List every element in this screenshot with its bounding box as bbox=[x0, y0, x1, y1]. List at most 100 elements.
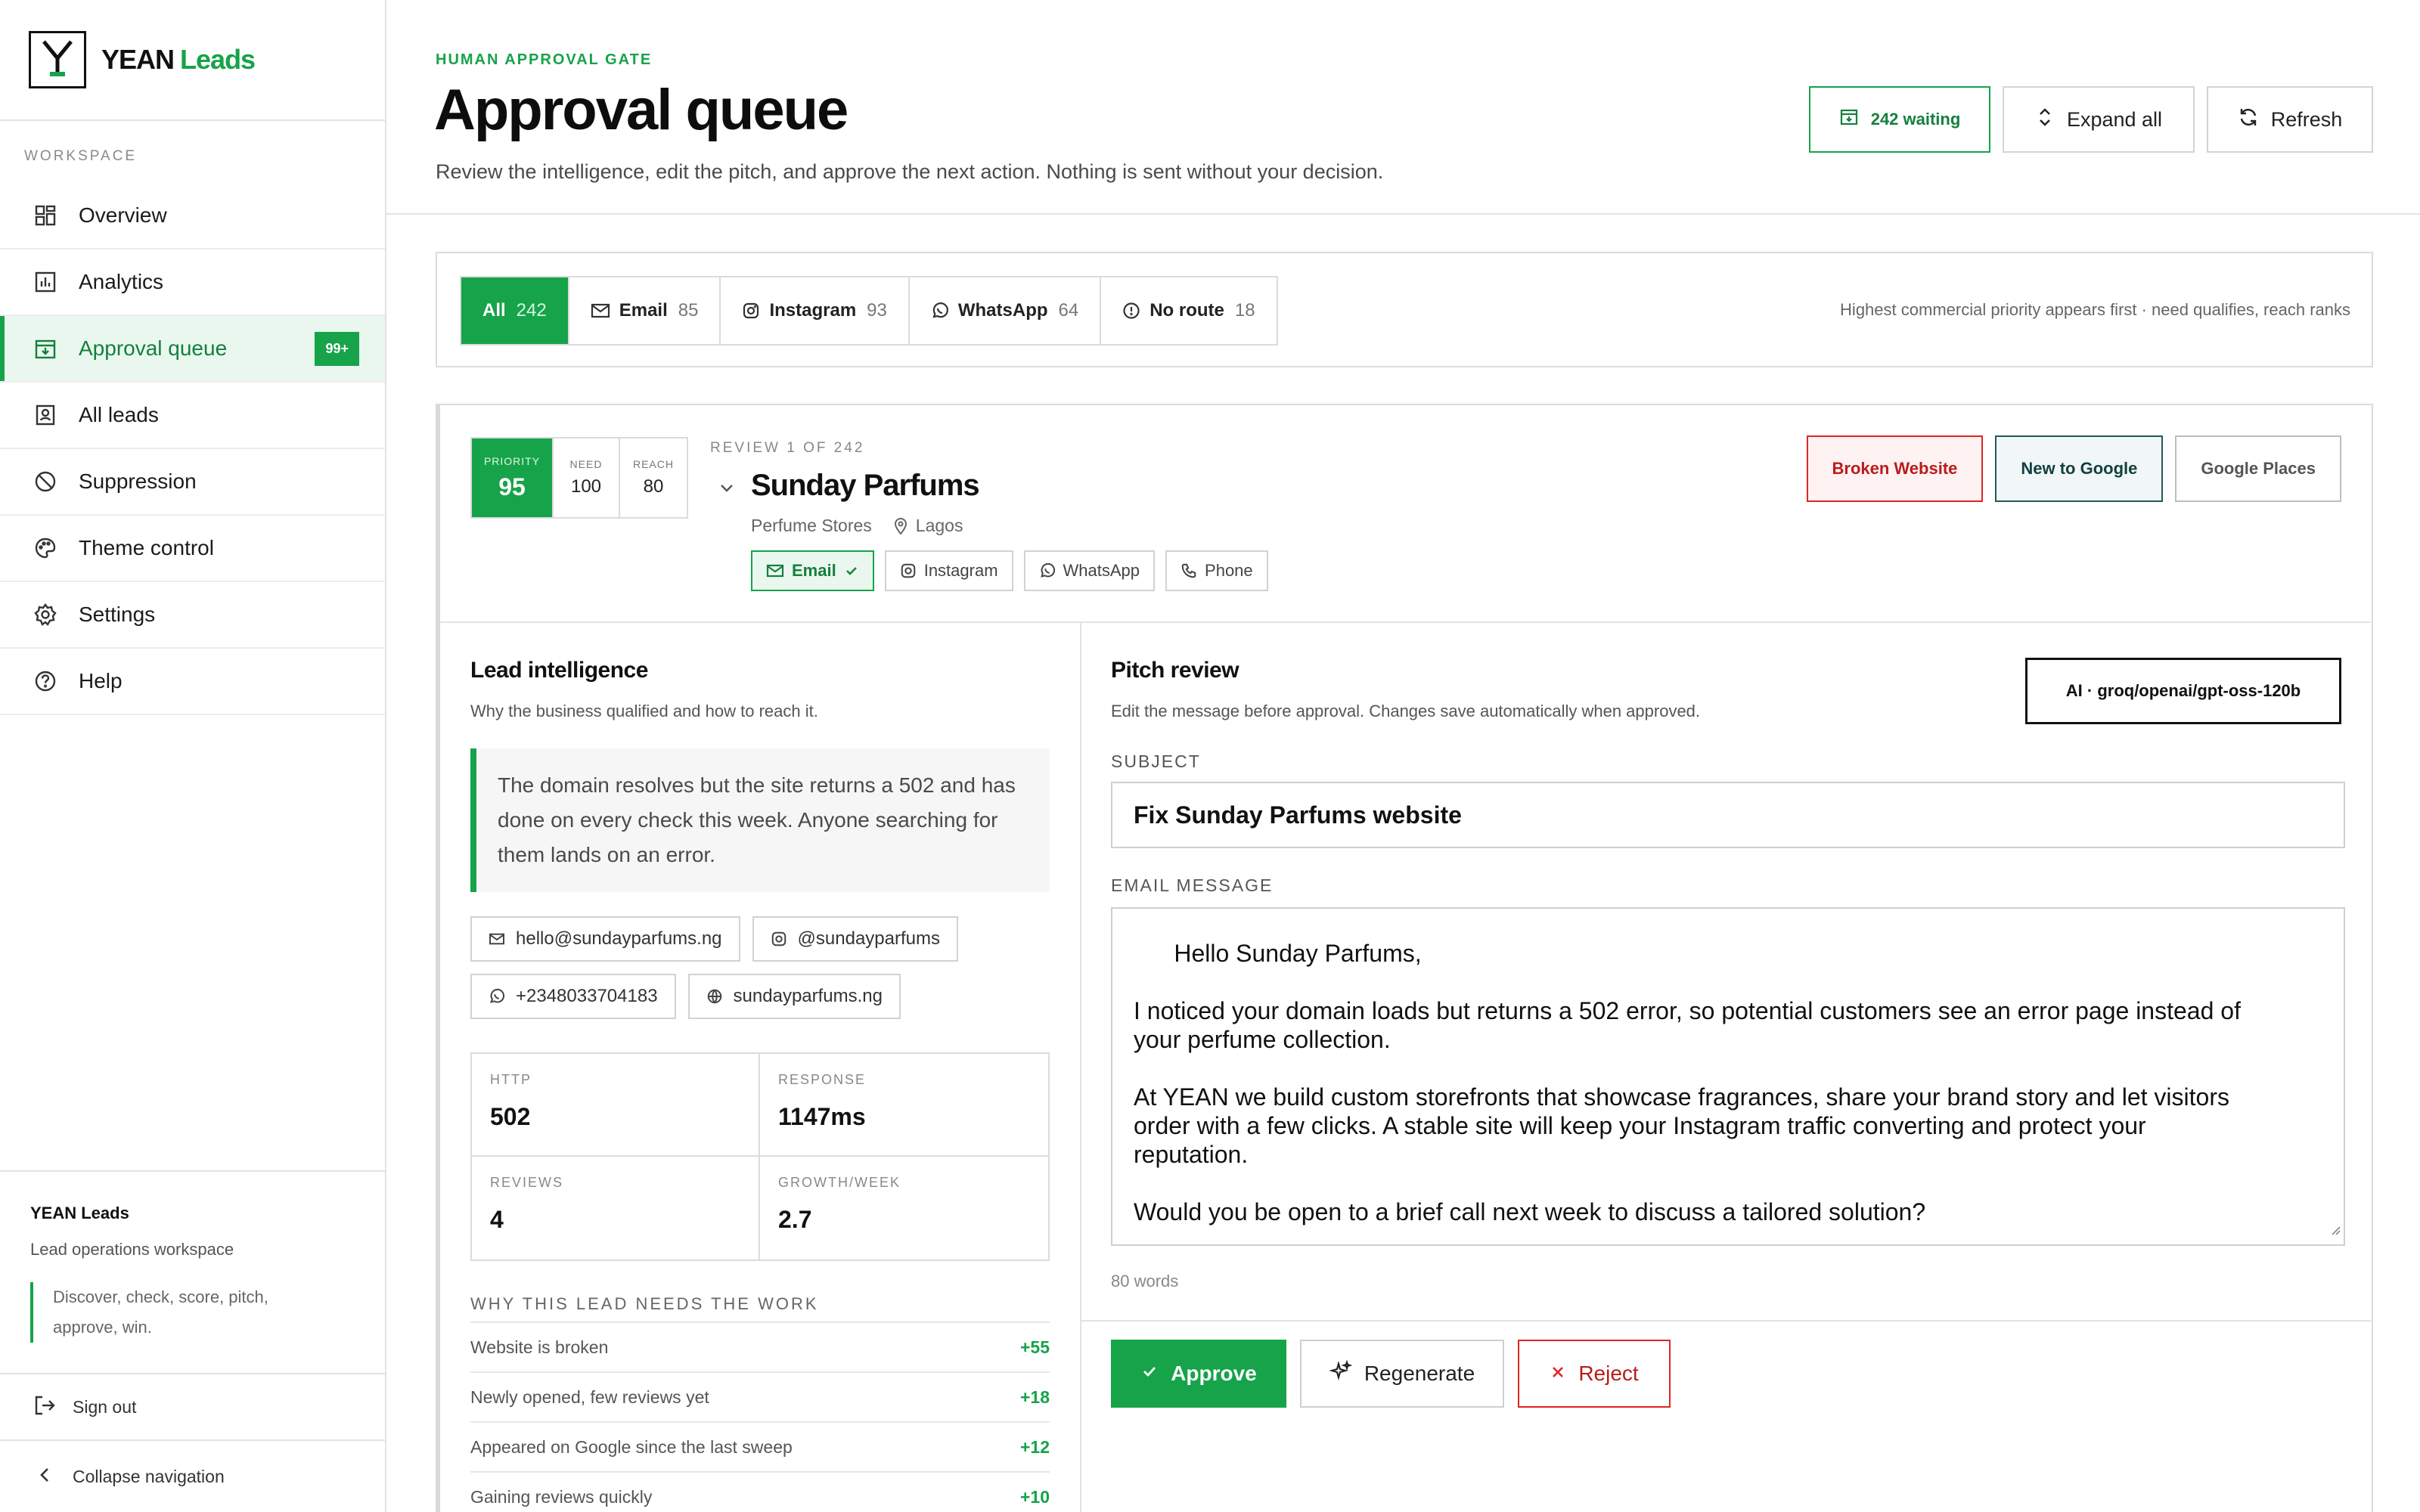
sign-out-label: Sign out bbox=[73, 1396, 137, 1417]
email-message-textarea[interactable]: Hello Sunday Parfums, I noticed your dom… bbox=[1111, 907, 2345, 1246]
check-icon bbox=[844, 563, 859, 578]
workspace-info: YEAN Leads Lead operations workspace Dis… bbox=[0, 1170, 385, 1343]
instagram-icon bbox=[900, 562, 917, 579]
sidebar-item-all-leads[interactable]: All leads bbox=[0, 383, 385, 449]
page-subtitle: Review the intelligence, edit the pitch,… bbox=[436, 160, 1384, 183]
why-points: +10 bbox=[1019, 1486, 1050, 1507]
tab-label: No route bbox=[1150, 300, 1224, 321]
sidebar-item-overview[interactable]: Overview bbox=[0, 183, 385, 249]
review-position: REVIEW 1 OF 242 bbox=[710, 440, 865, 456]
metrics-grid: HTTP 502 RESPONSE 1147ms REVIEWS 4 GROWT… bbox=[470, 1052, 1050, 1261]
metric-label: HTTP bbox=[490, 1072, 532, 1087]
list-item: Newly opened, few reviews yet +18 bbox=[470, 1371, 1050, 1421]
tab-label: Email bbox=[619, 300, 668, 321]
sidebar-item-label: Theme control bbox=[79, 536, 214, 559]
sidebar-item-label: Analytics bbox=[79, 270, 164, 293]
resize-handle-icon[interactable] bbox=[2328, 1213, 2341, 1241]
approve-button[interactable]: Approve bbox=[1111, 1340, 1286, 1408]
gear-icon bbox=[32, 601, 59, 628]
brand[interactable]: YEAN Leads bbox=[0, 0, 385, 121]
why-reason: Website is broken bbox=[470, 1337, 609, 1357]
close-icon bbox=[1550, 1362, 1566, 1386]
check-icon bbox=[1140, 1362, 1159, 1386]
page-eyebrow: HUMAN APPROVAL GATE bbox=[436, 51, 653, 68]
sidebar-item-analytics[interactable]: Analytics bbox=[0, 249, 385, 316]
lead-meta: Perfume Stores Lagos bbox=[751, 516, 963, 536]
insight-callout: The domain resolves but the site returns… bbox=[470, 748, 1050, 892]
sidebar-item-label: Suppression bbox=[79, 469, 197, 493]
need-score: NEED 100 bbox=[554, 438, 620, 517]
tab-label: Instagram bbox=[769, 300, 857, 321]
tab-label: WhatsApp bbox=[957, 300, 1048, 321]
tab-count: 64 bbox=[1058, 300, 1079, 321]
page-title: Approval queue bbox=[434, 78, 849, 142]
chevron-down-icon[interactable] bbox=[716, 478, 737, 503]
palette-icon bbox=[32, 534, 59, 562]
waiting-count-button[interactable]: 242 waiting bbox=[1809, 86, 1990, 153]
tab-count: 18 bbox=[1234, 300, 1255, 321]
channel-label: Email bbox=[792, 561, 836, 580]
phone-icon bbox=[1181, 562, 1197, 579]
tab-whatsapp[interactable]: WhatsApp 64 bbox=[910, 277, 1102, 344]
instagram-icon bbox=[771, 931, 787, 947]
sidebar-item-theme-control[interactable]: Theme control bbox=[0, 516, 385, 582]
metric-label: REVIEWS bbox=[490, 1175, 564, 1190]
metric-http: HTTP 502 bbox=[472, 1054, 760, 1157]
contact-value: @sundayparfums bbox=[797, 928, 940, 949]
pitch-subtitle: Edit the message before approval. Change… bbox=[1111, 702, 1701, 720]
channel-phone[interactable]: Phone bbox=[1165, 550, 1268, 591]
workspace-tagline: Discover, check, score, pitch, approve, … bbox=[30, 1282, 333, 1343]
contact-value: sundayparfums.ng bbox=[733, 986, 883, 1006]
channel-instagram[interactable]: Instagram bbox=[884, 550, 1013, 591]
refresh-button[interactable]: Refresh bbox=[2207, 86, 2373, 153]
contact-value: hello@sundayparfums.ng bbox=[516, 928, 722, 949]
mail-icon bbox=[591, 302, 610, 319]
sign-out-icon bbox=[33, 1394, 56, 1421]
contact-whatsapp[interactable]: +2348033704183 bbox=[470, 974, 676, 1019]
tab-all[interactable]: All 242 bbox=[461, 277, 569, 344]
inbox-icon bbox=[1839, 107, 1859, 132]
sidebar-item-approval-queue[interactable]: Approval queue 99+ bbox=[0, 316, 385, 383]
tab-no-route[interactable]: No route 18 bbox=[1101, 277, 1276, 344]
contact-email[interactable]: hello@sundayparfums.ng bbox=[470, 916, 740, 962]
contact-website[interactable]: sundayparfums.ng bbox=[687, 974, 901, 1019]
sign-out-button[interactable]: Sign out bbox=[0, 1373, 385, 1441]
metric-value: 502 bbox=[490, 1103, 531, 1130]
brand-name-main: YEAN bbox=[101, 44, 175, 75]
contact-list: hello@sundayparfums.ng @sundayparfums +2… bbox=[470, 916, 1060, 1019]
channel-label: Phone bbox=[1205, 561, 1253, 580]
sidebar-item-help[interactable]: Help bbox=[0, 649, 385, 715]
why-reason: Newly opened, few reviews yet bbox=[470, 1387, 709, 1407]
why-title: WHY THIS LEAD NEEDS THE WORK bbox=[470, 1294, 819, 1313]
channel-whatsapp[interactable]: WhatsApp bbox=[1023, 550, 1156, 591]
expand-all-button[interactable]: Expand all bbox=[2003, 86, 2195, 153]
lead-review-card: PRIORITY 95 NEED 100 REACH 80 REVIEW 1 O… bbox=[436, 404, 2373, 1512]
regenerate-button[interactable]: Regenerate bbox=[1300, 1340, 1504, 1408]
lead-category: Perfume Stores bbox=[751, 516, 872, 535]
main-content: HUMAN APPROVAL GATE Approval queue Revie… bbox=[386, 0, 2420, 1512]
metric-label: RESPONSE bbox=[778, 1072, 867, 1087]
subject-field[interactable]: Fix Sunday Parfums website bbox=[1111, 782, 2345, 848]
mail-icon bbox=[489, 932, 505, 946]
sidebar-item-label: Help bbox=[79, 669, 123, 692]
metric-response: RESPONSE 1147ms bbox=[760, 1054, 1048, 1157]
contact-instagram[interactable]: @sundayparfums bbox=[752, 916, 958, 962]
sidebar-item-suppression[interactable]: Suppression bbox=[0, 449, 385, 516]
help-circle-icon bbox=[32, 668, 59, 695]
reject-button[interactable]: Reject bbox=[1518, 1340, 1671, 1408]
actions-divider bbox=[1081, 1320, 2373, 1321]
count-badge: 99+ bbox=[315, 331, 359, 366]
map-pin-icon bbox=[893, 517, 908, 535]
collapse-navigation-button[interactable]: Collapse navigation bbox=[0, 1441, 385, 1512]
list-item: Website is broken +55 bbox=[470, 1321, 1050, 1371]
ai-model-badge: AI · groq/openai/gpt-oss-120b bbox=[2025, 658, 2341, 724]
tab-email[interactable]: Email 85 bbox=[569, 277, 721, 344]
why-points: +55 bbox=[1019, 1337, 1050, 1357]
sidebar-item-settings[interactable]: Settings bbox=[0, 582, 385, 649]
score-panel: PRIORITY 95 NEED 100 REACH 80 bbox=[470, 437, 688, 519]
message-label: EMAIL MESSAGE bbox=[1111, 875, 1274, 895]
channel-email[interactable]: Email bbox=[751, 550, 874, 591]
sidebar: YEAN Leads WORKSPACE Overview Analytics A… bbox=[0, 0, 386, 1512]
tab-instagram[interactable]: Instagram 93 bbox=[721, 277, 910, 344]
refresh-label: Refresh bbox=[2270, 107, 2343, 131]
